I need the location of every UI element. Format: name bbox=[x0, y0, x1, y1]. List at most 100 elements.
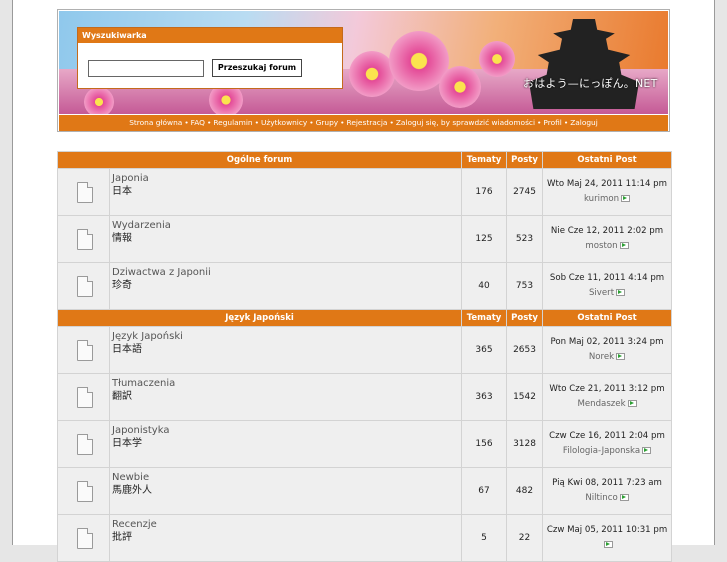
no-new-posts-icon bbox=[77, 275, 93, 297]
nav-profile-link[interactable]: Profil bbox=[543, 118, 561, 127]
view-latest-post-icon[interactable] bbox=[619, 242, 629, 249]
forum-link[interactable]: Wydarzenia bbox=[112, 219, 461, 232]
last-post-column-header: Ostatni Post bbox=[542, 309, 673, 327]
nav-separator: • bbox=[389, 118, 394, 127]
last-post-author-link[interactable]: Norek bbox=[589, 352, 614, 362]
nav-rules-link[interactable]: Regulamin bbox=[213, 118, 252, 127]
forum-name-cell: Recenzje 批評 bbox=[108, 514, 463, 562]
nav-login-link[interactable]: Zaloguj bbox=[570, 118, 598, 127]
view-latest-post-icon[interactable] bbox=[627, 400, 637, 407]
forum-link[interactable]: Recenzje bbox=[112, 518, 461, 531]
category-header-row: Ogólne forum Tematy Posty Ostatni Post bbox=[56, 151, 673, 169]
view-latest-post-icon[interactable] bbox=[621, 195, 631, 202]
posts-count: 22 bbox=[506, 514, 544, 562]
category-title[interactable]: Ogólne forum bbox=[56, 151, 463, 169]
forum-row: Dziwactwa z Japonii 珍奇 40 753 Sob Cze 11, 20… bbox=[57, 262, 673, 310]
topics-column-header: Tematy bbox=[461, 309, 508, 327]
last-post-date: Nie Cze 12, 2011 2:02 pm bbox=[550, 226, 664, 236]
last-post-cell: Nie Cze 12, 2011 2:02 pm moston bbox=[542, 215, 673, 263]
forum-link[interactable]: Dziwactwa z Japonii bbox=[112, 266, 461, 279]
forum-link[interactable]: Japonistyka bbox=[112, 424, 461, 437]
posts-count: 2745 bbox=[506, 168, 544, 216]
forum-description: 日本語 bbox=[112, 344, 142, 355]
last-post-author-link[interactable]: Filologia-Japonska bbox=[563, 446, 640, 456]
last-post-column-header: Ostatni Post bbox=[542, 151, 673, 169]
last-post-author-link[interactable]: kurimon bbox=[584, 194, 619, 204]
topics-count: 5 bbox=[461, 514, 508, 562]
view-latest-post-icon[interactable] bbox=[616, 353, 626, 360]
last-post-date: Pon Maj 02, 2011 3:24 pm bbox=[550, 337, 664, 347]
site-name-logo: おはよう—にっぽん。NET bbox=[523, 77, 658, 90]
last-post-cell: Wto Maj 24, 2011 11:14 pm kurimon bbox=[542, 168, 673, 216]
no-new-posts-icon bbox=[77, 433, 93, 455]
view-latest-post-icon[interactable] bbox=[642, 447, 652, 454]
search-input[interactable] bbox=[88, 60, 204, 77]
topics-count: 67 bbox=[461, 467, 508, 515]
nav-members-link[interactable]: Użytkownicy bbox=[261, 118, 307, 127]
forum-row: Newbie 馬鹿外人 67 482 Pią Kwi 08, 2011 7:23 am N… bbox=[57, 467, 673, 515]
search-forum-button[interactable]: Przeszukaj forum bbox=[212, 59, 302, 77]
forum-link[interactable]: Tłumaczenia bbox=[112, 377, 461, 390]
topics-count: 125 bbox=[461, 215, 508, 263]
last-post-author-link[interactable]: Niltinco bbox=[585, 493, 617, 503]
view-latest-post-icon[interactable] bbox=[619, 494, 629, 501]
no-new-posts-icon bbox=[77, 527, 93, 549]
last-post-author-link[interactable]: Mendaszek bbox=[577, 399, 625, 409]
forum-index-table: Ogólne forum Tematy Posty Ostatni Post Japon… bbox=[56, 151, 673, 562]
forum-status-cell bbox=[57, 262, 110, 310]
category-header-row: Język Japoński Tematy Posty Ostatni Post bbox=[56, 309, 673, 327]
forum-row: Tłumaczenia 翻訳 363 1542 Wto Cze 21, 2011 3:1… bbox=[57, 373, 673, 421]
forum-row: Język Japoński 日本語 365 2653 Pon Maj 02, 2011… bbox=[57, 326, 673, 374]
nav-separator: • bbox=[184, 118, 189, 127]
nav-separator: • bbox=[254, 118, 259, 127]
category-title[interactable]: Język Japoński bbox=[56, 309, 463, 327]
search-panel-title: Wyszukiwarka bbox=[78, 28, 342, 43]
flower-decoration bbox=[84, 87, 114, 114]
flower-decoration bbox=[439, 66, 481, 108]
forum-row: Recenzje 批評 5 22 Czw Maj 05, 2011 10:31 pm bbox=[57, 514, 673, 562]
posts-count: 1542 bbox=[506, 373, 544, 421]
forum-status-cell bbox=[57, 420, 110, 468]
forum-status-cell bbox=[57, 467, 110, 515]
topics-count: 176 bbox=[461, 168, 508, 216]
forum-name-cell: Wydarzenia 情報 bbox=[108, 215, 463, 263]
forum-row: Japonia 日本 176 2745 Wto Maj 24, 2011 11:14 p… bbox=[57, 168, 673, 216]
forum-link[interactable]: Japonia bbox=[112, 172, 461, 185]
view-latest-post-icon[interactable] bbox=[616, 289, 626, 296]
nav-faq-link[interactable]: FAQ bbox=[191, 118, 205, 127]
forum-description: 情報 bbox=[112, 233, 132, 244]
forum-status-cell bbox=[57, 215, 110, 263]
nav-bar: Strona główna • FAQ • Regulamin • Użytkownicy •… bbox=[59, 115, 668, 131]
forum-status-cell bbox=[57, 326, 110, 374]
forum-name-cell: Język Japoński 日本語 bbox=[108, 326, 463, 374]
topics-column-header: Tematy bbox=[461, 151, 508, 169]
nav-groups-link[interactable]: Grupy bbox=[316, 118, 339, 127]
nav-messages-link[interactable]: Zaloguj się, by sprawdzić wiadomości bbox=[396, 118, 535, 127]
forum-description: 珍奇 bbox=[112, 280, 132, 291]
last-post-author-link[interactable]: moston bbox=[585, 241, 617, 251]
forum-link[interactable]: Język Japoński bbox=[112, 330, 461, 343]
posts-count: 523 bbox=[506, 215, 544, 263]
last-post-cell: Wto Cze 21, 2011 3:12 pm Mendaszek bbox=[542, 373, 673, 421]
nav-register-link[interactable]: Rejestracja bbox=[347, 118, 388, 127]
nav-separator: • bbox=[207, 118, 212, 127]
last-post-date: Sob Cze 11, 2011 4:14 pm bbox=[549, 273, 665, 283]
forum-row: Japonistyka 日本学 156 3128 Czw Cze 16, 2011 2:… bbox=[57, 420, 673, 468]
forum-description: 馬鹿外人 bbox=[112, 485, 152, 496]
forum-row: Wydarzenia 情報 125 523 Nie Cze 12, 2011 2:02 … bbox=[57, 215, 673, 263]
nav-separator: • bbox=[309, 118, 314, 127]
forum-link[interactable]: Newbie bbox=[112, 471, 461, 484]
nav-home-link[interactable]: Strona główna bbox=[129, 118, 182, 127]
last-post-author-link[interactable]: Sivert bbox=[589, 288, 614, 298]
forum-status-cell bbox=[57, 373, 110, 421]
topics-count: 363 bbox=[461, 373, 508, 421]
topics-count: 40 bbox=[461, 262, 508, 310]
last-post-date: Czw Cze 16, 2011 2:04 pm bbox=[549, 431, 665, 441]
forum-name-cell: Japonistyka 日本学 bbox=[108, 420, 463, 468]
topics-count: 156 bbox=[461, 420, 508, 468]
last-post-cell: Czw Cze 16, 2011 2:04 pm Filologia-Japons… bbox=[542, 420, 673, 468]
no-new-posts-icon bbox=[77, 480, 93, 502]
posts-count: 3128 bbox=[506, 420, 544, 468]
no-new-posts-icon bbox=[77, 181, 93, 203]
page-container: おはよう—にっぽん。NET Wyszukiwarka Przeszukaj fo… bbox=[12, 0, 715, 562]
